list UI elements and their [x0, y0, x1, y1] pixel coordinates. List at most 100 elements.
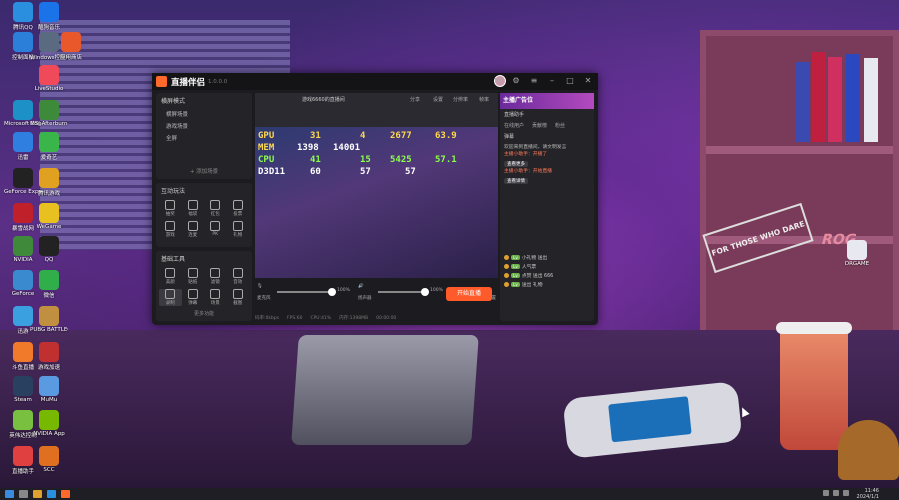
interactive-tools-panel: 互动玩法 抽奖 福袋 红包 投票 游戏 连麦 PK 礼物: [156, 183, 252, 247]
desktop-icon[interactable]: 微信: [30, 270, 68, 299]
taskbar: 11:46 2024/1/1: [0, 488, 899, 500]
tool-button[interactable]: 贴纸: [182, 268, 205, 285]
ad-banner[interactable]: 主播广告位: [500, 93, 594, 109]
right-panel-tab[interactable]: 在线用户: [504, 122, 524, 129]
search-icon[interactable]: [19, 490, 28, 498]
tool-icon: [210, 268, 221, 278]
desktop-icon[interactable]: NVIDIA App: [30, 410, 68, 437]
browser-icon[interactable]: [47, 490, 56, 498]
tool-button[interactable]: 游戏: [159, 221, 182, 238]
tool-button[interactable]: PK: [204, 221, 227, 238]
right-panel-tabs: 在线用户 贡献榜 粉丝: [500, 120, 594, 131]
tool-icon: [187, 221, 198, 231]
close-icon[interactable]: ✕: [582, 75, 594, 87]
scene-item[interactable]: 横屏场景: [156, 108, 252, 120]
desktop-icon[interactable]: QQ: [30, 236, 68, 263]
more-functions-button[interactable]: 更多功能: [156, 308, 252, 319]
taskbar-clock[interactable]: 11:46 2024/1/1: [857, 488, 879, 500]
share-button[interactable]: 分享: [410, 96, 420, 103]
tool-button[interactable]: 福袋: [182, 200, 205, 217]
app-icon: [39, 306, 59, 326]
tool-button[interactable]: 滤镜: [204, 268, 227, 285]
menu-icon[interactable]: ≡: [528, 75, 540, 87]
level-badge: Lv: [511, 255, 520, 260]
desktop-icon-drgame[interactable]: DRGAME: [838, 240, 876, 267]
file-explorer-icon[interactable]: [33, 490, 42, 498]
scene-panel-title[interactable]: 横屏模式: [156, 93, 252, 108]
desktop-icon[interactable]: MSI Afterburner: [30, 100, 68, 127]
tool-button[interactable]: 音效: [227, 268, 250, 285]
gift-row: Lv 小礼物 送出: [500, 253, 594, 262]
performance-overlay-value: GPU: [258, 131, 275, 141]
tool-label: 截图: [233, 301, 243, 306]
tool-button[interactable]: 红包: [204, 200, 227, 217]
right-panel-tab[interactable]: 贡献榜: [532, 122, 547, 129]
minimize-icon[interactable]: –: [546, 75, 558, 87]
start-live-button[interactable]: 开始直播: [446, 287, 492, 301]
desktop-icon[interactable]: PUBG BATTLEG: [30, 306, 68, 333]
desktop-icon[interactable]: SCC: [30, 446, 68, 473]
tool-icon: [187, 268, 198, 278]
desktop-icon-label: 应用商店: [59, 55, 82, 61]
gift-text: 人气票: [521, 265, 537, 270]
tool-button[interactable]: 礼物: [227, 221, 250, 238]
tool-icon: [232, 221, 243, 231]
tool-button[interactable]: 场景: [204, 289, 227, 306]
maximize-icon[interactable]: □: [564, 75, 576, 87]
desktop-icon[interactable]: 游戏加速: [30, 342, 68, 371]
gift-icon: [504, 264, 509, 269]
tool-button[interactable]: 美颜: [159, 268, 182, 285]
input-method-icon[interactable]: [843, 490, 849, 496]
live-app-taskbar-icon[interactable]: [61, 490, 70, 498]
desktop-icon-label: MSI Afterburner: [30, 121, 68, 127]
tool-icon: [232, 268, 243, 278]
scene-item[interactable]: 游戏场景: [156, 120, 252, 132]
tool-button[interactable]: 截图: [227, 289, 250, 306]
tool-icon: [232, 200, 243, 210]
preview-settings-button[interactable]: 设置: [433, 96, 443, 103]
tool-button[interactable]: 抽奖: [159, 200, 182, 217]
tool-label: 游戏: [165, 233, 175, 238]
start-icon[interactable]: [5, 490, 14, 498]
desktop-icon[interactable]: 酷狗音乐: [30, 2, 68, 31]
performance-overlay-value: D3D11: [258, 167, 286, 177]
tool-icon: [232, 289, 243, 299]
desktop-icon[interactable]: 腾讯游戏: [30, 168, 68, 197]
network-icon[interactable]: [823, 490, 829, 496]
app-icon: [61, 32, 81, 52]
tool-button[interactable]: 弹幕: [182, 289, 205, 306]
speaker-volume-slider[interactable]: [378, 288, 429, 296]
chat-action-button[interactable]: 查看更多: [504, 161, 528, 167]
message-icon[interactable]: ✉: [492, 75, 504, 87]
mic-volume-slider[interactable]: [277, 288, 336, 296]
settings-icon[interactable]: ⚙: [510, 75, 522, 87]
framerate-button[interactable]: 帧率: [479, 96, 489, 103]
chat-action-button[interactable]: 查看详情: [504, 178, 528, 184]
mic-icon[interactable]: 🎙: [257, 284, 263, 289]
status-item: FPS:60: [287, 315, 303, 321]
performance-overlay-value: 1398: [297, 143, 319, 153]
scene-item[interactable]: 全屏: [156, 132, 252, 144]
tool-button[interactable]: 投票: [227, 200, 250, 217]
app-icon: [39, 236, 59, 256]
tool-label: 福袋: [188, 212, 198, 217]
gift-icon: [504, 282, 509, 287]
live-assistant-window: 直播伴侣 1.0.0.0 ✉ ⚙ ≡ – □ ✕ 横屏模式 横屏场景 游戏场景 …: [152, 73, 598, 325]
desktop-icon[interactable]: WeGame: [30, 203, 68, 230]
resolution-button[interactable]: 分辨率: [453, 96, 468, 103]
desktop-icon[interactable]: MuMu: [30, 376, 68, 403]
preview-canvas[interactable]: GPU 31 4 2677 63.9 MEM 1398 14001 CPU 41 15 5425 57.…: [255, 127, 498, 278]
desktop-icon[interactable]: 爱奇艺: [30, 132, 68, 161]
gift-row: Lv 点赞 送出 666: [500, 271, 594, 280]
desktop-icon[interactable]: LiveStudio: [30, 65, 68, 92]
chat-message: 欢迎来到直播间，请文明发言: [504, 145, 567, 150]
tool-button[interactable]: 录制: [159, 289, 182, 306]
title-bar[interactable]: 直播伴侣 1.0.0.0 ✉ ⚙ ≡ – □ ✕: [152, 73, 598, 90]
right-panel-tab[interactable]: 粉丝: [555, 122, 565, 129]
right-panel: 主播广告位 直播助手 在线用户 贡献榜 粉丝 弹幕 欢迎来到直播间，请文明发言 主播小…: [500, 93, 594, 321]
tool-button[interactable]: 连麦: [182, 221, 205, 238]
add-scene-button[interactable]: + 添加场景: [156, 167, 252, 175]
speaker-icon[interactable]: 🔊: [358, 284, 364, 289]
desktop-icon[interactable]: 应用商店: [52, 32, 90, 61]
volume-icon[interactable]: [833, 490, 839, 496]
